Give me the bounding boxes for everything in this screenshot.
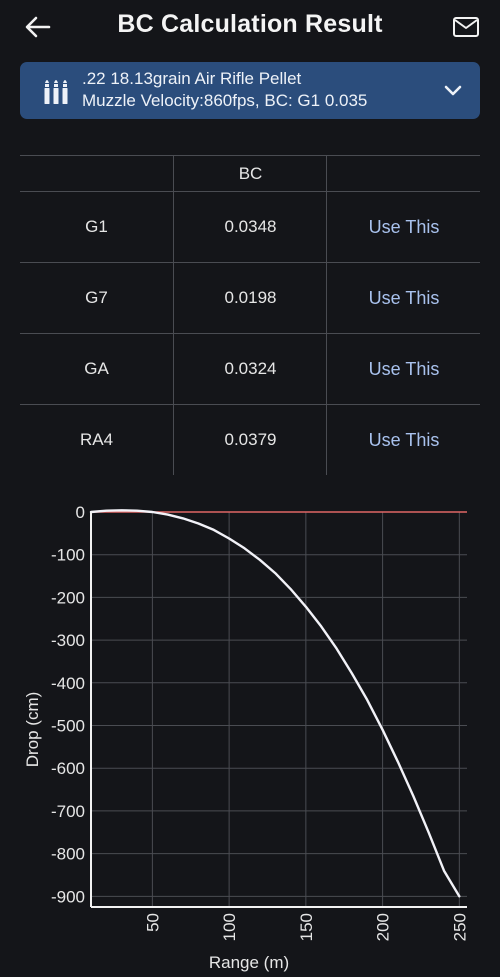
chevron-down-icon bbox=[444, 85, 462, 96]
drag-model-cell: G7 bbox=[85, 288, 108, 307]
use-this-button-g7[interactable]: Use This bbox=[369, 288, 440, 309]
bc-value-cell: 0.0379 bbox=[173, 405, 327, 475]
table-row: G1 0.0348 Use This bbox=[20, 191, 480, 262]
x-tick-label: 200 bbox=[374, 913, 393, 941]
drag-model-cell: GA bbox=[84, 359, 109, 378]
table-row: G7 0.0198 Use This bbox=[20, 262, 480, 333]
y-tick-label: -200 bbox=[51, 588, 85, 607]
page-title: BC Calculation Result bbox=[117, 10, 383, 38]
action-cell: Use This bbox=[326, 334, 481, 404]
y-tick-label: -100 bbox=[51, 546, 85, 565]
use-this-button-g1[interactable]: Use This bbox=[369, 217, 440, 238]
chart-grid bbox=[91, 511, 467, 907]
bc-value-cell: 0.0348 bbox=[173, 192, 327, 262]
y-axis-title: Drop (cm) bbox=[23, 692, 42, 768]
table-header-bc: BC bbox=[173, 156, 327, 191]
y-tick-label: -700 bbox=[51, 802, 85, 821]
y-tick-label: -400 bbox=[51, 674, 85, 693]
drop-series-line bbox=[89, 509, 461, 898]
action-cell: Use This bbox=[326, 192, 481, 262]
drag-model-cell: G1 bbox=[85, 217, 108, 236]
y-tick-label: -600 bbox=[51, 759, 85, 778]
app-header: BC Calculation Result bbox=[0, 0, 500, 56]
use-this-button-ga[interactable]: Use This bbox=[369, 359, 440, 380]
ammo-details: Muzzle Velocity:860fps, BC: G1 0.035 bbox=[82, 91, 368, 110]
bc-table: BC G1 0.0348 Use This G7 0.0198 Use This… bbox=[20, 155, 480, 475]
drop-chart-svg: 0 -100 -200 -300 -400 -500 -600 -700 -800 -900 50 1… bbox=[23, 503, 469, 972]
drop-chart: 0 -100 -200 -300 -400 -500 -600 -700 -800 -900 50 1… bbox=[0, 490, 500, 972]
ammo-name: .22 18.13grain Air Rifle Pellet bbox=[82, 69, 302, 88]
bc-value-cell: 0.0198 bbox=[173, 263, 327, 333]
use-this-button-ra4[interactable]: Use This bbox=[369, 430, 440, 451]
x-tick-label: 100 bbox=[220, 913, 239, 941]
y-tick-label: -500 bbox=[51, 717, 85, 736]
table-header-row: BC bbox=[20, 155, 480, 191]
y-tick-label: -800 bbox=[51, 845, 85, 864]
action-cell: Use This bbox=[326, 405, 481, 475]
chart-labels: 0 -100 -200 -300 -400 -500 -600 -700 -800 -900 50 1… bbox=[23, 503, 469, 972]
chart-axes bbox=[90, 512, 467, 908]
bc-value-cell: 0.0324 bbox=[173, 334, 327, 404]
bullets-icon bbox=[44, 80, 68, 104]
mail-icon bbox=[453, 17, 479, 37]
chart-series-layer bbox=[89, 509, 461, 898]
table-row: GA 0.0324 Use This bbox=[20, 333, 480, 404]
x-axis-title: Range (m) bbox=[209, 953, 289, 972]
mail-button[interactable] bbox=[446, 10, 486, 44]
table-header-action bbox=[326, 156, 481, 191]
drag-model-cell: RA4 bbox=[79, 430, 114, 449]
x-tick-label: 150 bbox=[297, 913, 316, 941]
action-cell: Use This bbox=[326, 263, 481, 333]
x-tick-label: 50 bbox=[143, 913, 162, 932]
table-header-empty bbox=[20, 156, 173, 191]
y-tick-label: 0 bbox=[76, 503, 85, 522]
table-row: RA4 0.0379 Use This bbox=[20, 404, 480, 475]
x-tick-label: 250 bbox=[450, 913, 469, 941]
y-tick-label: -300 bbox=[51, 631, 85, 650]
ammo-selector[interactable]: .22 18.13grain Air Rifle Pellet Muzzle V… bbox=[20, 62, 480, 119]
y-tick-label: -900 bbox=[51, 887, 85, 906]
